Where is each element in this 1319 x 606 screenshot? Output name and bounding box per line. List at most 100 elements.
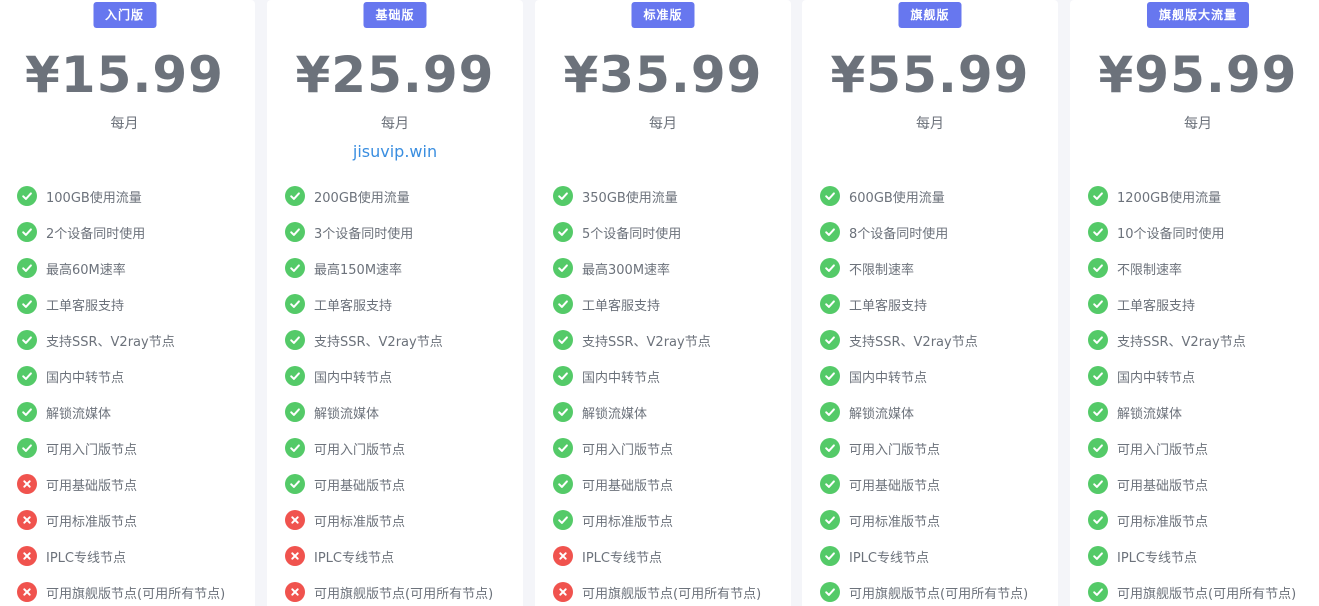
check-circle-icon <box>820 510 840 530</box>
plan-period: 每月 <box>1184 116 1212 132</box>
check-circle-icon <box>17 222 37 242</box>
feature-text: 200GB使用流量 <box>314 190 410 206</box>
feature-text: 可用入门版节点 <box>849 442 941 458</box>
site-link[interactable]: jisuvip.win <box>267 141 523 163</box>
feature-item: IPLC专线节点 <box>1070 538 1319 574</box>
feature-item: 可用旗舰版节点(可用所有节点) <box>267 574 523 606</box>
feature-item: 可用标准版节点 <box>535 502 791 538</box>
feature-text: IPLC专线节点 <box>314 550 394 566</box>
pricing-board: 入门版 ¥15.99 每月 100GB使用流量 2个设备同时使用 最高60M速率 工单… <box>0 0 1319 606</box>
feature-text: 可用标准版节点 <box>46 514 138 530</box>
feature-item: 可用旗舰版节点(可用所有节点) <box>802 574 1058 606</box>
feature-text: IPLC专线节点 <box>849 550 929 566</box>
feature-item: 支持SSR、V2ray节点 <box>1070 322 1319 358</box>
plan-price: ¥25.99 <box>295 46 495 104</box>
feature-text: 可用基础版节点 <box>1117 478 1209 494</box>
feature-text: 10个设备同时使用 <box>1117 226 1225 242</box>
feature-item: 可用标准版节点 <box>267 502 523 538</box>
feature-text: 解锁流媒体 <box>582 406 648 422</box>
feature-text: IPLC专线节点 <box>582 550 662 566</box>
x-circle-icon <box>17 546 37 566</box>
check-circle-icon <box>820 438 840 458</box>
feature-item: 国内中转节点 <box>0 358 255 394</box>
feature-item: 可用基础版节点 <box>1070 466 1319 502</box>
feature-item: 解锁流媒体 <box>1070 394 1319 430</box>
feature-item: 可用入门版节点 <box>535 430 791 466</box>
feature-text: 解锁流媒体 <box>1117 406 1183 422</box>
feature-item: 8个设备同时使用 <box>802 214 1058 250</box>
feature-text: IPLC专线节点 <box>46 550 126 566</box>
check-circle-icon <box>553 258 573 278</box>
plan-badge: 入门版 <box>92 2 157 28</box>
feature-item: 工单客服支持 <box>1070 286 1319 322</box>
plan-price: ¥35.99 <box>563 46 763 104</box>
check-circle-icon <box>1088 294 1108 314</box>
feature-text: 可用标准版节点 <box>314 514 406 530</box>
plan-period: 每月 <box>381 116 409 132</box>
check-circle-icon <box>17 330 37 350</box>
check-circle-icon <box>820 294 840 314</box>
feature-text: 国内中转节点 <box>582 370 661 386</box>
plan-price: ¥55.99 <box>830 46 1030 104</box>
x-circle-icon <box>17 510 37 530</box>
feature-text: 可用基础版节点 <box>849 478 941 494</box>
plan-badge: 旗舰版大流量 <box>1146 2 1250 28</box>
feature-text: 工单客服支持 <box>46 298 125 314</box>
feature-item: 可用旗舰版节点(可用所有节点) <box>0 574 255 606</box>
feature-item: 最高300M速率 <box>535 250 791 286</box>
feature-text: 支持SSR、V2ray节点 <box>582 334 711 350</box>
plan-card-starter: 入门版 ¥15.99 每月 100GB使用流量 2个设备同时使用 最高60M速率 工单… <box>0 0 255 606</box>
check-circle-icon <box>1088 582 1108 602</box>
plan-period: 每月 <box>110 116 139 132</box>
check-circle-icon <box>820 330 840 350</box>
feature-text: 可用入门版节点 <box>1117 442 1209 458</box>
plan-card-basic: 基础版 ¥25.99 每月 jisuvip.win 200GB使用流量 3个设备同… <box>267 0 523 606</box>
feature-item: 支持SSR、V2ray节点 <box>267 322 523 358</box>
feature-item: IPLC专线节点 <box>802 538 1058 574</box>
feature-item: 可用入门版节点 <box>0 430 255 466</box>
feature-list: 600GB使用流量 8个设备同时使用 不限制速率 工单客服支持 支持SSR、V2ray节… <box>802 178 1058 606</box>
feature-text: 350GB使用流量 <box>582 190 678 206</box>
feature-text: 支持SSR、V2ray节点 <box>314 334 443 350</box>
feature-item: 可用标准版节点 <box>802 502 1058 538</box>
check-circle-icon <box>553 186 573 206</box>
feature-item: 可用标准版节点 <box>1070 502 1319 538</box>
feature-item: 可用基础版节点 <box>0 466 255 502</box>
check-circle-icon <box>1088 510 1108 530</box>
feature-item: 支持SSR、V2ray节点 <box>535 322 791 358</box>
feature-text: 可用旗舰版节点(可用所有节点) <box>582 586 762 602</box>
feature-text: 可用入门版节点 <box>314 442 406 458</box>
feature-item: 最高60M速率 <box>0 250 255 286</box>
feature-item: 350GB使用流量 <box>535 178 791 214</box>
feature-list: 100GB使用流量 2个设备同时使用 最高60M速率 工单客服支持 支持SSR、V2ra… <box>0 178 255 606</box>
check-circle-icon <box>285 330 305 350</box>
plan-card-standard: 标准版 ¥35.99 每月 350GB使用流量 5个设备同时使用 最高300M速率工… <box>535 0 791 606</box>
check-circle-icon <box>553 366 573 386</box>
feature-item: 工单客服支持 <box>802 286 1058 322</box>
feature-item: 支持SSR、V2ray节点 <box>0 322 255 358</box>
feature-item: 工单客服支持 <box>267 286 523 322</box>
feature-item: 可用基础版节点 <box>802 466 1058 502</box>
feature-text: 可用基础版节点 <box>582 478 674 494</box>
feature-text: 可用标准版节点 <box>1117 514 1209 530</box>
feature-item: 国内中转节点 <box>267 358 523 394</box>
feature-item: 10个设备同时使用 <box>1070 214 1319 250</box>
check-circle-icon <box>820 582 840 602</box>
plan-period: 每月 <box>916 116 944 132</box>
feature-item: 最高150M速率 <box>267 250 523 286</box>
feature-text: 工单客服支持 <box>849 298 928 314</box>
plan-badge: 旗舰版 <box>898 2 962 28</box>
check-circle-icon <box>820 258 840 278</box>
check-circle-icon <box>1088 186 1108 206</box>
feature-item: 支持SSR、V2ray节点 <box>802 322 1058 358</box>
check-circle-icon <box>820 222 840 242</box>
feature-item: 国内中转节点 <box>1070 358 1319 394</box>
check-circle-icon <box>285 474 305 494</box>
feature-list: 350GB使用流量 5个设备同时使用 最高300M速率 工单客服支持 支持SSR、V2r… <box>535 178 791 606</box>
feature-item: 可用基础版节点 <box>267 466 523 502</box>
feature-text: 可用旗舰版节点(可用所有节点) <box>1117 586 1297 602</box>
check-circle-icon <box>553 510 573 530</box>
feature-text: 可用入门版节点 <box>46 442 138 458</box>
feature-text: 1200GB使用流量 <box>1117 190 1222 206</box>
check-circle-icon <box>285 402 305 422</box>
